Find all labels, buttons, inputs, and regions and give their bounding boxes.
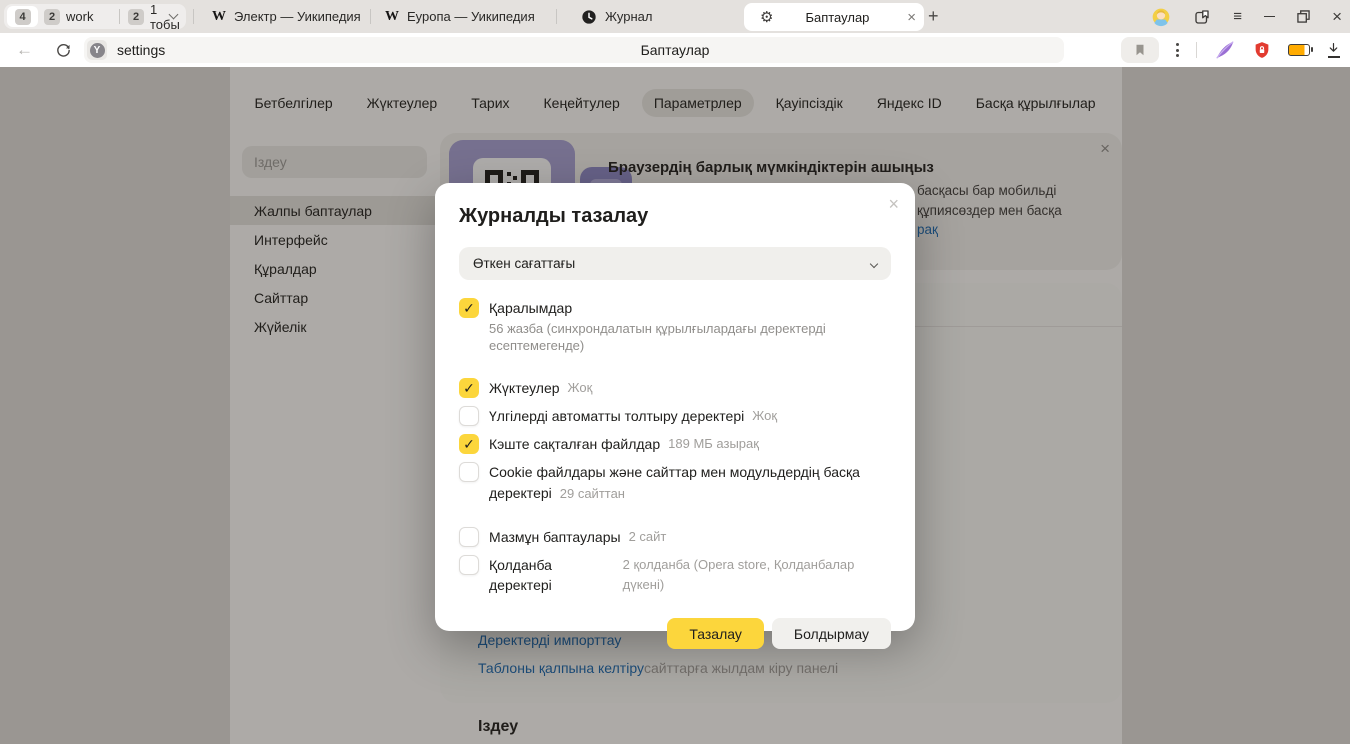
back-icon[interactable]: ← <box>16 33 33 67</box>
option-downloads[interactable]: ✓ Жүктеулер Жоқ <box>459 378 891 398</box>
divider <box>119 9 120 24</box>
checkbox-unchecked[interactable] <box>459 462 479 482</box>
maximize-icon[interactable] <box>1297 10 1310 23</box>
option-hint: 2 сайт <box>629 527 667 547</box>
check-icon: ✓ <box>463 437 475 451</box>
checkbox-checked[interactable]: ✓ <box>459 434 479 454</box>
chevron-down-icon <box>870 259 878 267</box>
clock-icon <box>581 9 597 25</box>
tab-wikipedia-electr[interactable]: W Электр — Уикипедия <box>212 0 361 33</box>
tab-group-label: work <box>66 9 93 24</box>
tab-title: Журнал <box>605 9 652 24</box>
option-app-data[interactable]: Қолданба деректері 2 қолданба (Opera sto… <box>459 555 891 595</box>
option-subtext: 56 жазба (синхрондалатын құрылғылардағы … <box>489 320 891 354</box>
divider <box>370 9 371 24</box>
option-hint: 189 МБ азырақ <box>668 434 759 454</box>
option-browsing-history[interactable]: ✓ Қаралымдар <box>459 298 891 318</box>
url-text: settings <box>117 42 165 58</box>
menu-icon[interactable]: ≡ <box>1233 8 1242 25</box>
tab-settings-active[interactable]: ⚙ Баптаулар × <box>744 3 924 31</box>
clear-button[interactable]: Тазалау <box>667 618 764 649</box>
period-select-value: Өткен сағаттағы <box>473 256 575 271</box>
tabbar-right-controls: ≡ × <box>1151 0 1342 33</box>
site-icon: Y <box>87 40 107 60</box>
tab-bar: 4 2 work 2 1 тобы W Электр — Уикипедия W… <box>0 0 1350 33</box>
tab-title: Электр — Уикипедия <box>234 9 361 24</box>
option-content-settings[interactable]: Мазмұн баптаулары 2 сайт <box>459 527 891 547</box>
settings-page: Бетбелгілер Жүктеулер Тарих Кеңейтулер П… <box>0 67 1350 744</box>
tab-group-work[interactable]: 2 work <box>44 6 93 27</box>
option-hint: Жоқ <box>752 406 777 426</box>
clear-history-dialog: × Журналды тазалау Өткен сағаттағы ✓ Қар… <box>435 183 915 631</box>
tab-wikipedia-europe[interactable]: W Еуропа — Уикипедия <box>385 0 535 33</box>
tab-group-1toby[interactable]: 2 1 тобы <box>128 6 186 27</box>
dialog-close-icon[interactable]: × <box>888 195 899 213</box>
check-icon: ✓ <box>463 381 475 395</box>
wikipedia-icon: W <box>385 9 399 25</box>
feather-extension-icon[interactable] <box>1214 39 1236 61</box>
toolbar-right-icons <box>1121 33 1340 67</box>
tab-title: Баптаулар <box>805 10 869 25</box>
dialog-buttons: Тазалау Болдырмау <box>459 618 891 649</box>
period-select[interactable]: Өткен сағаттағы <box>459 247 891 280</box>
address-bar[interactable]: Y settings <box>84 37 1064 63</box>
tab-title: Еуропа — Уикипедия <box>407 9 535 24</box>
option-cookies[interactable]: Cookie файлдары және сайттар мен модульд… <box>459 462 891 504</box>
new-tab-button[interactable]: + <box>928 6 939 27</box>
tab-group-current[interactable]: 4 <box>7 6 38 27</box>
refresh-icon[interactable] <box>55 33 72 67</box>
tab-journal[interactable]: Журнал <box>581 0 652 33</box>
checkbox-unchecked[interactable] <box>459 406 479 426</box>
option-cache[interactable]: ✓ Кэште сақталған файлдар 189 МБ азырақ <box>459 434 891 454</box>
close-window-icon[interactable]: × <box>1332 7 1342 27</box>
checkbox-unchecked[interactable] <box>459 555 479 575</box>
tab-group-count-badge: 2 <box>44 9 60 25</box>
checkbox-unchecked[interactable] <box>459 527 479 547</box>
option-hint: 2 қолданба (Opera store, Қолданбалар дүк… <box>623 555 891 595</box>
tab-group-label: 1 тобы <box>150 2 186 32</box>
divider <box>193 9 194 24</box>
divider <box>556 9 557 24</box>
check-icon: ✓ <box>463 301 475 315</box>
checkbox-checked[interactable]: ✓ <box>459 378 479 398</box>
tab-close-icon[interactable]: × <box>907 10 916 25</box>
bookmark-button[interactable] <box>1121 37 1159 63</box>
option-hint: 29 сайттан <box>560 486 625 501</box>
option-autofill[interactable]: Үлгілерді автоматты толтыру деректері Жо… <box>459 406 891 426</box>
downloads-icon[interactable] <box>1327 42 1340 58</box>
bookmark-icon <box>1133 42 1147 58</box>
tab-groups-container: 4 2 work 2 1 тобы <box>4 4 186 29</box>
toolbar: ← Y settings Баптаулар <box>0 33 1350 67</box>
cancel-button[interactable]: Болдырмау <box>772 618 891 649</box>
option-hint: Жоқ <box>568 378 593 398</box>
browser-window: 4 2 work 2 1 тобы W Электр — Уикипедия W… <box>0 0 1350 744</box>
checkbox-checked[interactable]: ✓ <box>459 298 479 318</box>
divider <box>1196 42 1197 58</box>
side-panel-icon[interactable] <box>1193 8 1211 26</box>
tab-group-count-badge: 2 <box>128 9 144 25</box>
more-options-icon[interactable] <box>1176 43 1179 57</box>
minimize-icon[interactable] <box>1264 16 1275 17</box>
clear-options-list: ✓ Қаралымдар 56 жазба (синхрондалатын құ… <box>459 298 891 595</box>
tab-group-count-badge: 4 <box>15 9 31 25</box>
battery-icon[interactable] <box>1288 44 1310 56</box>
gear-icon: ⚙ <box>760 8 773 26</box>
wikipedia-icon: W <box>212 9 226 25</box>
profile-avatar[interactable] <box>1151 7 1171 27</box>
protect-shield-icon[interactable] <box>1253 40 1271 60</box>
dialog-title: Журналды тазалау <box>459 183 891 228</box>
